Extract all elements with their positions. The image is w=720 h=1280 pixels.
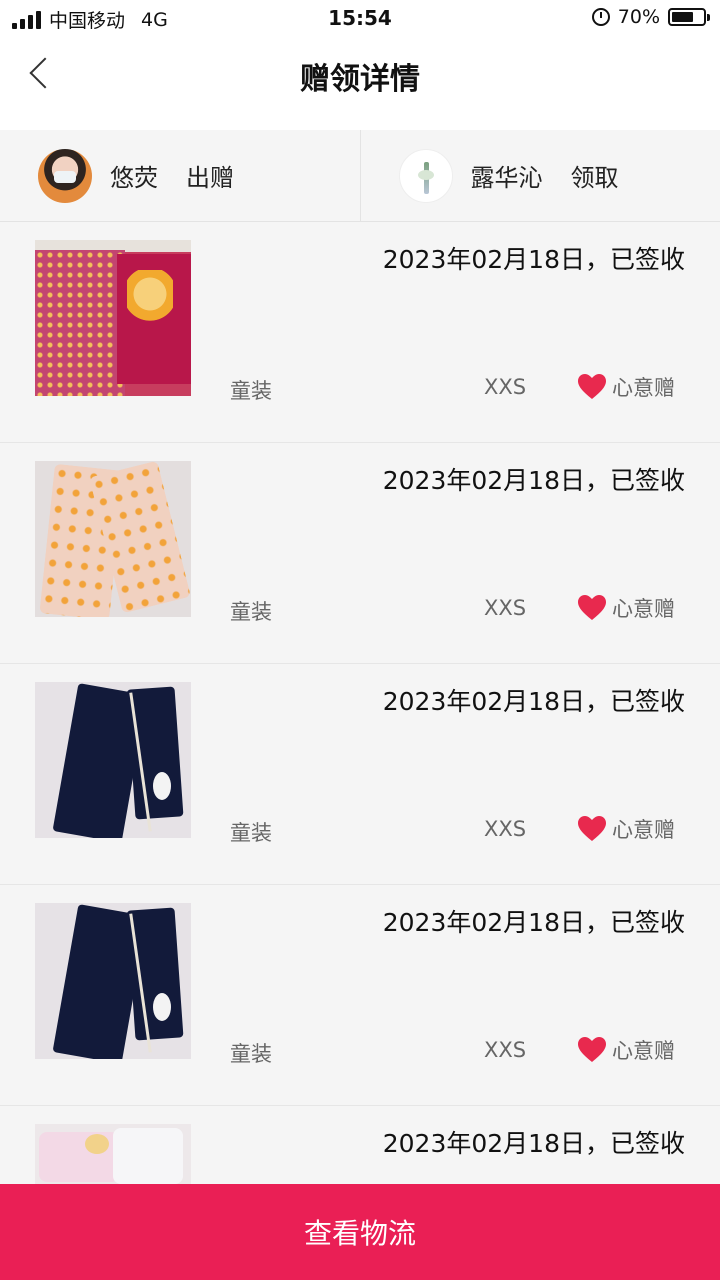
nav-bar: 赠领详情 bbox=[0, 36, 720, 130]
list-item[interactable]: 2023年02月18日，已签收 童装 XXS 心意赠 bbox=[0, 443, 720, 664]
item-gift-type: 心意赠 bbox=[578, 814, 675, 844]
view-logistics-button[interactable]: 查看物流 bbox=[0, 1184, 720, 1280]
heart-icon bbox=[578, 816, 606, 842]
item-thumbnail[interactable] bbox=[35, 240, 191, 396]
item-date-status: 2023年02月18日，已签收 bbox=[382, 908, 685, 937]
item-size: XXS bbox=[484, 1038, 527, 1062]
item-date-status: 2023年02月18日，已签收 bbox=[382, 687, 685, 716]
item-thumbnail[interactable] bbox=[35, 461, 191, 617]
receiver-name: 露华沁 bbox=[470, 164, 543, 192]
heart-icon bbox=[578, 595, 606, 621]
page-title: 赠领详情 bbox=[300, 62, 420, 97]
parties-bar: 悠荧 出赠 露华沁 领取 bbox=[0, 130, 720, 222]
battery-percent: 70% bbox=[617, 6, 660, 28]
item-size: XXS bbox=[484, 596, 527, 620]
heart-icon bbox=[578, 374, 606, 400]
giver-avatar[interactable] bbox=[38, 148, 92, 203]
gift-type-label: 心意赠 bbox=[612, 818, 675, 842]
item-size: XXS bbox=[484, 817, 527, 841]
item-date-status: 2023年02月18日，已签收 bbox=[382, 1129, 685, 1158]
item-gift-type: 心意赠 bbox=[578, 372, 675, 402]
item-category: 童装 bbox=[230, 821, 272, 845]
item-gift-type: 心意赠 bbox=[578, 1035, 675, 1065]
list-item[interactable]: 2023年02月18日，已签收 童装 XXS 心意赠 bbox=[0, 222, 720, 443]
gift-type-label: 心意赠 bbox=[612, 597, 675, 621]
item-date-status: 2023年02月18日，已签收 bbox=[382, 245, 685, 274]
item-category: 童装 bbox=[230, 1042, 272, 1066]
battery-fill bbox=[672, 12, 693, 22]
receiver-action: 领取 bbox=[570, 164, 619, 192]
item-size: XXS bbox=[484, 375, 527, 399]
receiver-avatar[interactable] bbox=[398, 148, 453, 203]
heart-icon bbox=[578, 1037, 606, 1063]
gift-type-label: 心意赠 bbox=[612, 1039, 675, 1063]
list-item[interactable]: 2023年02月18日，已签收 童装 XXS 心意赠 bbox=[0, 664, 720, 885]
list-item[interactable]: 2023年02月18日，已签收 童装 XXS 心意赠 bbox=[0, 885, 720, 1106]
status-bar: 中国移动 4G 15:54 70% bbox=[0, 0, 720, 36]
item-thumbnail[interactable] bbox=[35, 903, 191, 1059]
item-date-status: 2023年02月18日，已签收 bbox=[382, 466, 685, 495]
gift-list: 2023年02月18日，已签收 童装 XXS 心意赠 2023年02月18日，已… bbox=[0, 222, 720, 1280]
item-category: 童装 bbox=[230, 379, 272, 403]
alarm-icon bbox=[591, 8, 610, 26]
giver-name: 悠荧 bbox=[110, 164, 158, 192]
gift-type-label: 心意赠 bbox=[612, 376, 675, 400]
receiver-info[interactable]: 露华沁 领取 bbox=[359, 130, 720, 221]
giver-action: 出赠 bbox=[186, 164, 234, 192]
item-gift-type: 心意赠 bbox=[578, 593, 675, 623]
giver-info[interactable]: 悠荧 出赠 bbox=[0, 130, 360, 221]
status-right: 70% bbox=[591, 6, 710, 28]
battery-icon bbox=[668, 8, 710, 26]
item-category: 童装 bbox=[230, 600, 272, 624]
item-thumbnail[interactable] bbox=[35, 682, 191, 838]
